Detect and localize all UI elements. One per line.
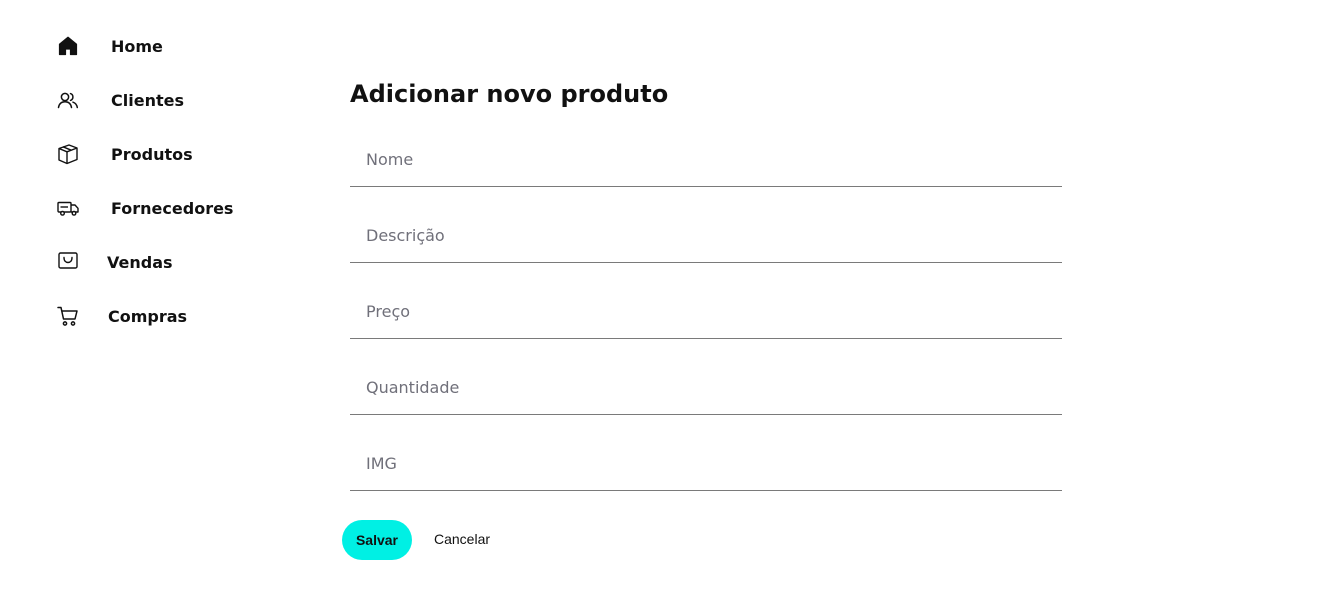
descricao-field: [350, 209, 1062, 263]
descricao-input[interactable]: [350, 209, 1062, 262]
img-input[interactable]: [350, 437, 1062, 490]
preco-input[interactable]: [350, 285, 1062, 338]
sidebar-item-fornecedores[interactable]: Fornecedores: [55, 194, 233, 222]
sidebar-item-label: Vendas: [107, 252, 173, 272]
page-title: Adicionar novo produto: [350, 80, 669, 108]
preco-field: [350, 285, 1062, 339]
cart-icon: [55, 303, 81, 329]
bag-icon: [55, 249, 81, 275]
save-button[interactable]: Salvar: [342, 520, 412, 560]
product-form: Adicionar novo produto Salvar Cancelar: [342, 0, 1072, 593]
nome-field: [350, 133, 1062, 187]
home-icon: [55, 33, 81, 59]
sidebar-item-clientes[interactable]: Clientes: [55, 86, 184, 114]
quantidade-field: [350, 361, 1062, 415]
sidebar: Home Clientes Produtos Fornecedores Vend…: [0, 0, 300, 593]
sidebar-item-label: Produtos: [111, 144, 193, 164]
box-icon: [55, 141, 81, 167]
users-icon: [55, 87, 81, 113]
sidebar-item-label: Home: [111, 36, 163, 56]
sidebar-item-home[interactable]: Home: [55, 32, 163, 60]
sidebar-item-compras[interactable]: Compras: [55, 302, 187, 330]
cancel-button[interactable]: Cancelar: [422, 520, 502, 558]
truck-icon: [55, 195, 81, 221]
sidebar-item-label: Compras: [108, 306, 188, 326]
quantidade-input[interactable]: [350, 361, 1062, 414]
img-field: [350, 437, 1062, 491]
sidebar-item-produtos[interactable]: Produtos: [55, 140, 193, 168]
sidebar-item-label: Fornecedores: [111, 198, 234, 218]
sidebar-item-vendas[interactable]: Vendas: [55, 248, 173, 276]
sidebar-item-label: Clientes: [111, 90, 184, 110]
nome-input[interactable]: [350, 133, 1062, 186]
